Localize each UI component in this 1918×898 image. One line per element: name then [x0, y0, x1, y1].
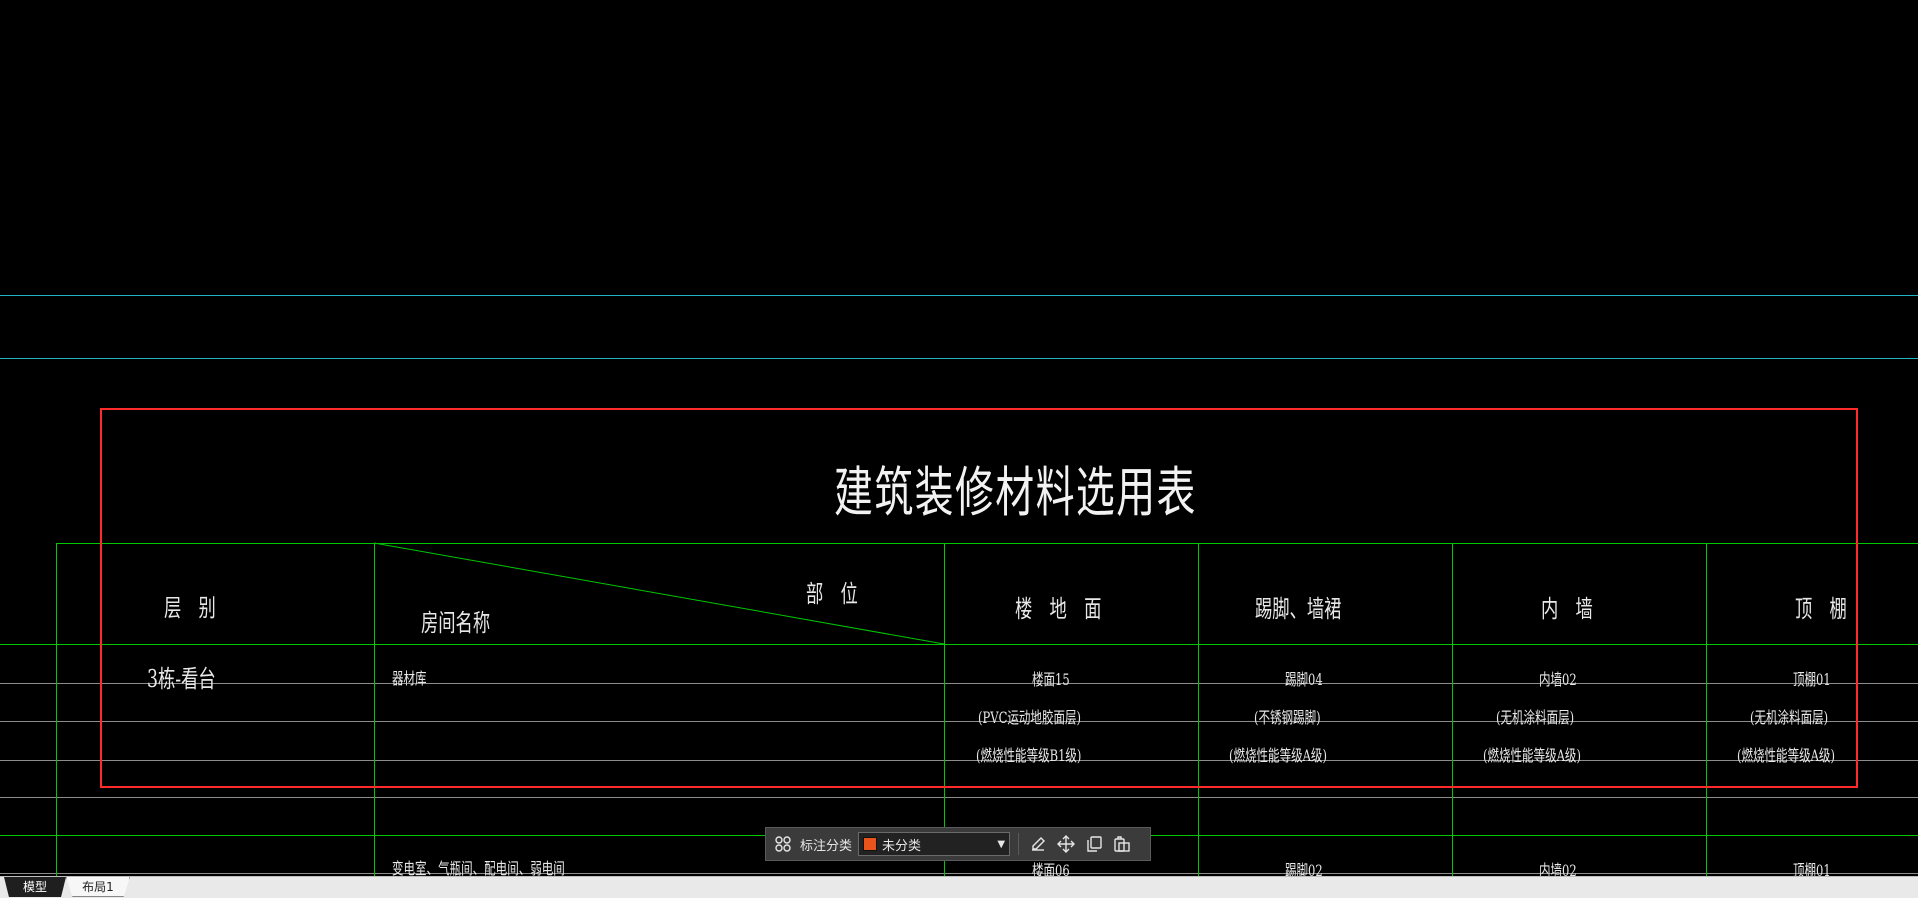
- category-value: 未分类: [882, 838, 922, 854]
- category-dropdown[interactable]: 未分类 ▼: [858, 832, 1011, 856]
- baseboard-code: 踢脚02: [1285, 861, 1323, 876]
- tab-model[interactable]: 模型: [4, 877, 66, 897]
- paste-icon[interactable]: [1111, 833, 1133, 855]
- ceiling-code: 顶棚01: [1793, 861, 1831, 876]
- cad-model-space[interactable]: 建筑装修材料选用表 层 别 部 位 房间名称 楼 地 面 踢脚、墙裙 内 墙 顶…: [0, 0, 1918, 876]
- row-room: 变电室、气瓶间、配电间、弱电间: [392, 859, 565, 876]
- category-color-swatch: [863, 837, 878, 851]
- move-icon[interactable]: [1055, 833, 1077, 855]
- selection-rectangle[interactable]: [100, 408, 1858, 788]
- layout-tab-bar: 模型 布局1: [0, 876, 1918, 898]
- annotation-toolbar: 标注分类 未分类 ▼: [765, 827, 1151, 861]
- copy-icon[interactable]: [1083, 833, 1105, 855]
- inner-wall-code: 内墙02: [1539, 861, 1577, 876]
- category-label: 标注分类: [800, 838, 853, 854]
- tab-layout1[interactable]: 布局1: [66, 877, 130, 897]
- chevron-down-icon: ▼: [997, 838, 1006, 850]
- grid-icon[interactable]: [772, 833, 794, 855]
- toolbar-separator: [1018, 833, 1020, 855]
- edit-icon[interactable]: [1027, 833, 1049, 855]
